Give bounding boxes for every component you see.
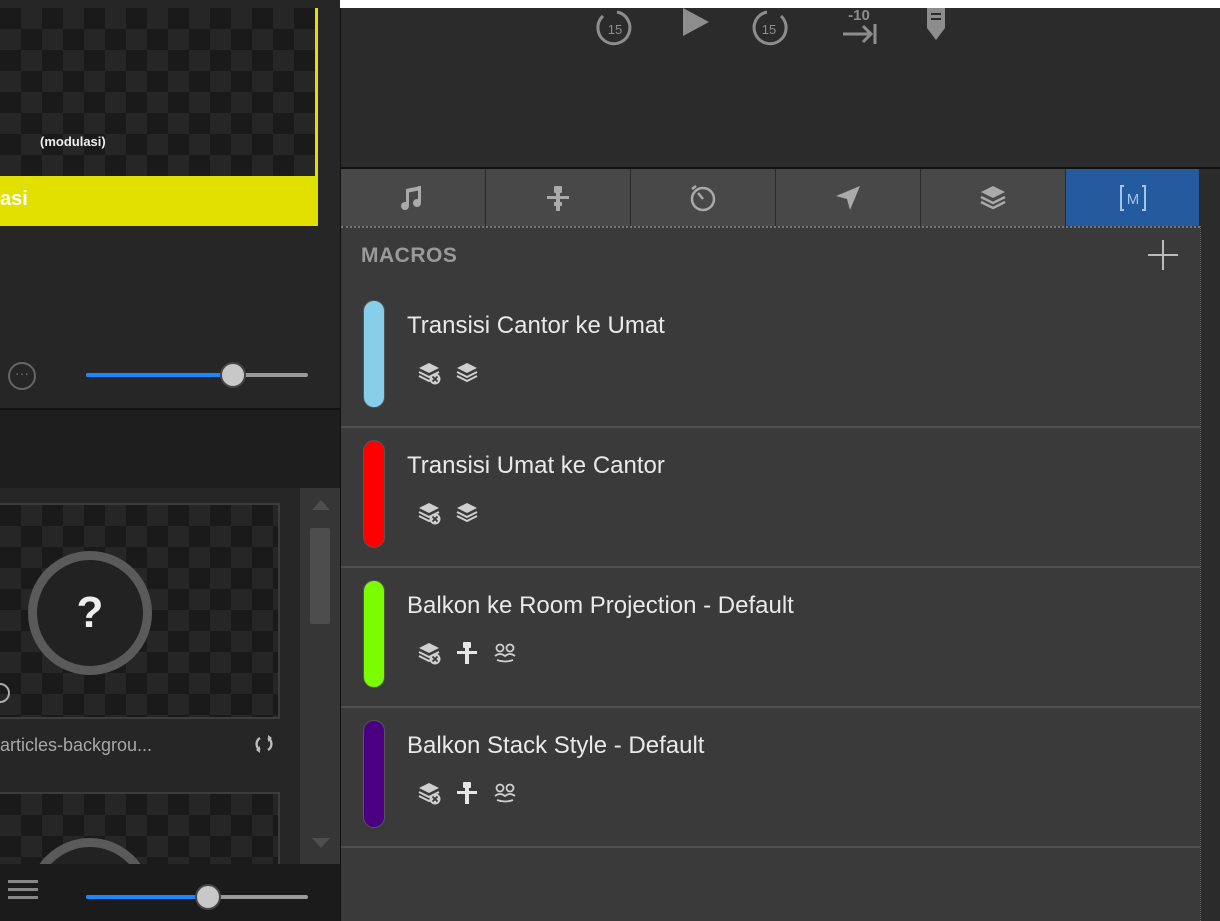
stage-look-icon [493,641,517,670]
media-thumbnail[interactable] [0,792,280,864]
missing-media-icon [28,838,152,864]
macro-color-swatch [363,300,385,408]
props-icon [455,781,479,810]
tab-audio[interactable] [341,169,486,226]
preview-size-slider[interactable] [86,362,308,388]
macro-color-swatch [363,580,385,688]
thumbnail-size-slider[interactable] [86,884,308,910]
macro-item[interactable]: Balkon ke Room Projection - Default [341,570,1200,708]
macro-name: Balkon ke Room Projection - Default [407,592,794,619]
props-icon [547,185,569,211]
skip-to-end-icon[interactable]: -10 [841,7,885,53]
tab-macros[interactable]: M [1066,169,1200,226]
add-macro-button[interactable] [1146,238,1180,272]
output-preview[interactable]: (modulasi) [0,8,318,176]
macro-name: Transisi Cantor ke Umat [407,312,665,339]
media-thumbnail[interactable]: ? [0,503,280,719]
layers-icon [455,361,479,390]
scroll-down-arrow-icon[interactable] [312,838,330,848]
macro-name: Balkon Stack Style - Default [407,732,705,759]
preview-label: asi [0,188,28,210]
stage-look-icon [493,781,517,810]
scrollbar-thumb[interactable] [310,528,330,624]
macro-action-icons [417,780,517,810]
send-icon [836,185,860,210]
clear-layers-icon [417,501,441,530]
macro-item[interactable]: Transisi Umat ke Cantor [341,430,1200,568]
tab-bar-edge [1200,169,1220,226]
layers-icon [980,185,1006,209]
clear-layers-icon [417,361,441,390]
tab-timers[interactable] [631,169,776,226]
clear-layers-icon [417,781,441,810]
svg-text:15: 15 [608,22,622,37]
macro-color-swatch [363,440,385,548]
macro-action-icons [417,640,517,670]
macro-name: Transisi Umat ke Cantor [407,452,665,479]
tab-looks[interactable] [921,169,1066,226]
macro-action-icons [417,500,479,530]
missing-media-icon: ? [28,551,152,675]
slider-fill [86,895,209,899]
svg-text:M: M [1126,191,1139,208]
panel-title: MACROS [361,244,458,267]
more-options-icon[interactable]: ··· [8,362,36,390]
list-view-icon[interactable] [8,880,38,906]
macros-panel: MACROS Transisi Cantor ke Umat Transisi U… [341,226,1200,921]
scroll-up-arrow-icon[interactable] [312,500,330,510]
marker-icon[interactable] [925,8,947,45]
svg-text:15: 15 [762,22,776,37]
rewind-15-icon[interactable]: 15 [595,8,635,53]
media-label: articles-backgrou... [0,735,153,755]
layers-icon [455,501,479,530]
forward-15-icon[interactable]: 15 [749,8,789,53]
loop-icon[interactable] [254,734,274,754]
panel-edge [1200,226,1220,921]
props-icon [455,641,479,670]
tab-messages[interactable] [776,169,921,226]
slider-fill [86,373,233,377]
svg-text:-10: -10 [848,8,870,24]
tab-props[interactable] [486,169,631,226]
timer-icon [690,184,716,211]
left-header-area [0,410,340,488]
macro-color-swatch [363,720,385,828]
slider-knob[interactable] [219,362,246,388]
macro-item[interactable]: Balkon Stack Style - Default [341,710,1200,848]
status-ring-icon [0,683,10,703]
plus-icon [1148,240,1178,270]
slider-knob[interactable] [195,884,222,910]
macro-item[interactable]: Transisi Cantor ke Umat [341,290,1200,428]
music-note-icon [401,185,421,210]
clear-layers-icon [417,641,441,670]
media-scrollbar[interactable] [300,488,340,864]
tab-bar: M [341,169,1200,226]
macro-icon: M [1119,184,1146,211]
missing-media-mark: ? [76,588,104,637]
preview-label-bar[interactable]: asi [0,176,318,226]
transport-controls: 15 15 -10 [341,7,1220,167]
preview-caption: (modulasi) [40,134,106,149]
play-icon[interactable] [677,8,713,49]
macro-action-icons [417,360,479,390]
